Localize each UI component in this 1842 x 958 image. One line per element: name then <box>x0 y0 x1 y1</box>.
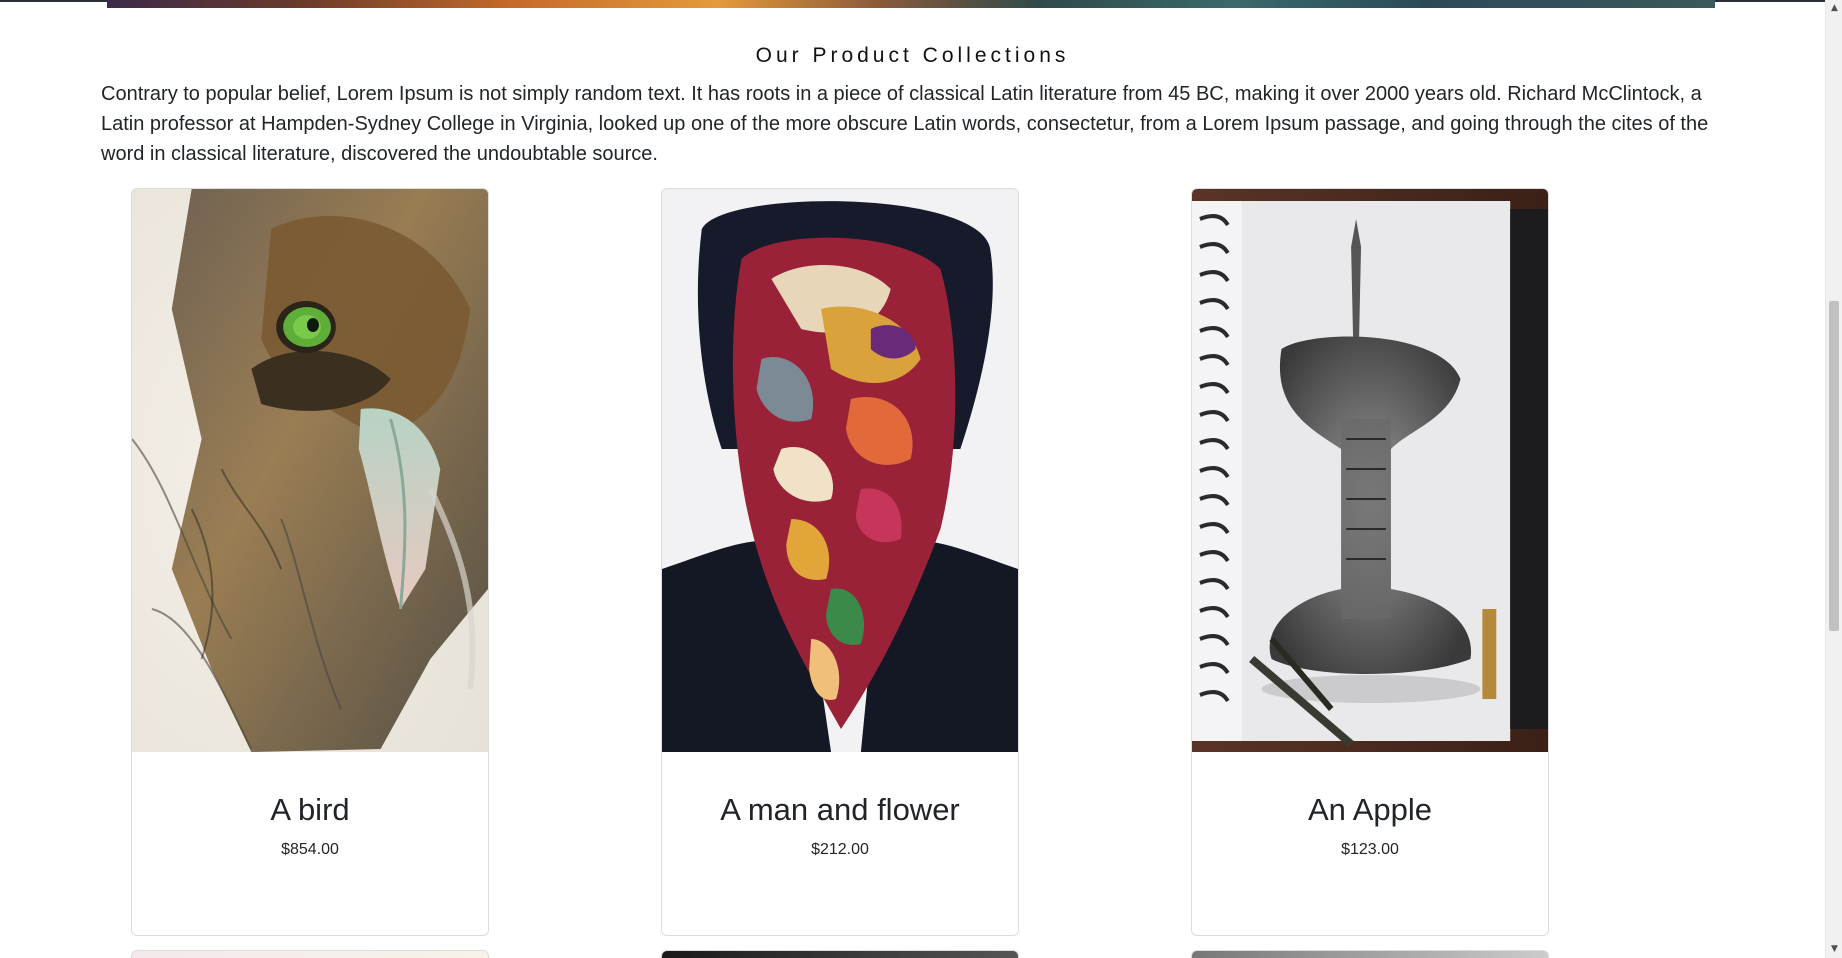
apple-sketch-icon[interactable] <box>1192 189 1548 752</box>
vertical-scrollbar[interactable]: ▲ ▼ <box>1825 0 1842 958</box>
section-description: Contrary to popular belief, Lorem Ipsum … <box>101 83 1709 165</box>
product-title[interactable]: An Apple <box>1192 792 1548 828</box>
product-price: $123.00 <box>1341 841 1399 858</box>
product-card-next-3[interactable] <box>1191 950 1549 958</box>
scroll-thumb[interactable] <box>1829 301 1839 631</box>
scroll-down-arrow-icon[interactable]: ▼ <box>1826 941 1842 958</box>
product-card-next-2[interactable] <box>661 950 1019 958</box>
eagle-painting-icon[interactable] <box>132 189 488 752</box>
product-title[interactable]: A man and flower <box>662 792 1018 828</box>
product-price: $854.00 <box>281 841 339 858</box>
product-card-man-and-flower[interactable]: A man and flower $212.00 <box>661 188 1019 936</box>
product-title[interactable]: A bird <box>132 792 488 828</box>
section-title: Our Product Collections <box>755 44 1070 67</box>
product-card-bird[interactable]: A bird $854.00 <box>131 188 489 936</box>
product-card-next-1[interactable] <box>131 950 489 958</box>
scroll-up-arrow-icon[interactable]: ▲ <box>1826 0 1842 17</box>
product-card-apple[interactable]: An Apple $123.00 <box>1191 188 1549 936</box>
abstract-portrait-icon[interactable] <box>662 189 1018 752</box>
banner-image-edge <box>107 0 1715 8</box>
product-price: $212.00 <box>811 841 869 858</box>
page: Our Product Collections Contrary to popu… <box>0 0 1842 958</box>
